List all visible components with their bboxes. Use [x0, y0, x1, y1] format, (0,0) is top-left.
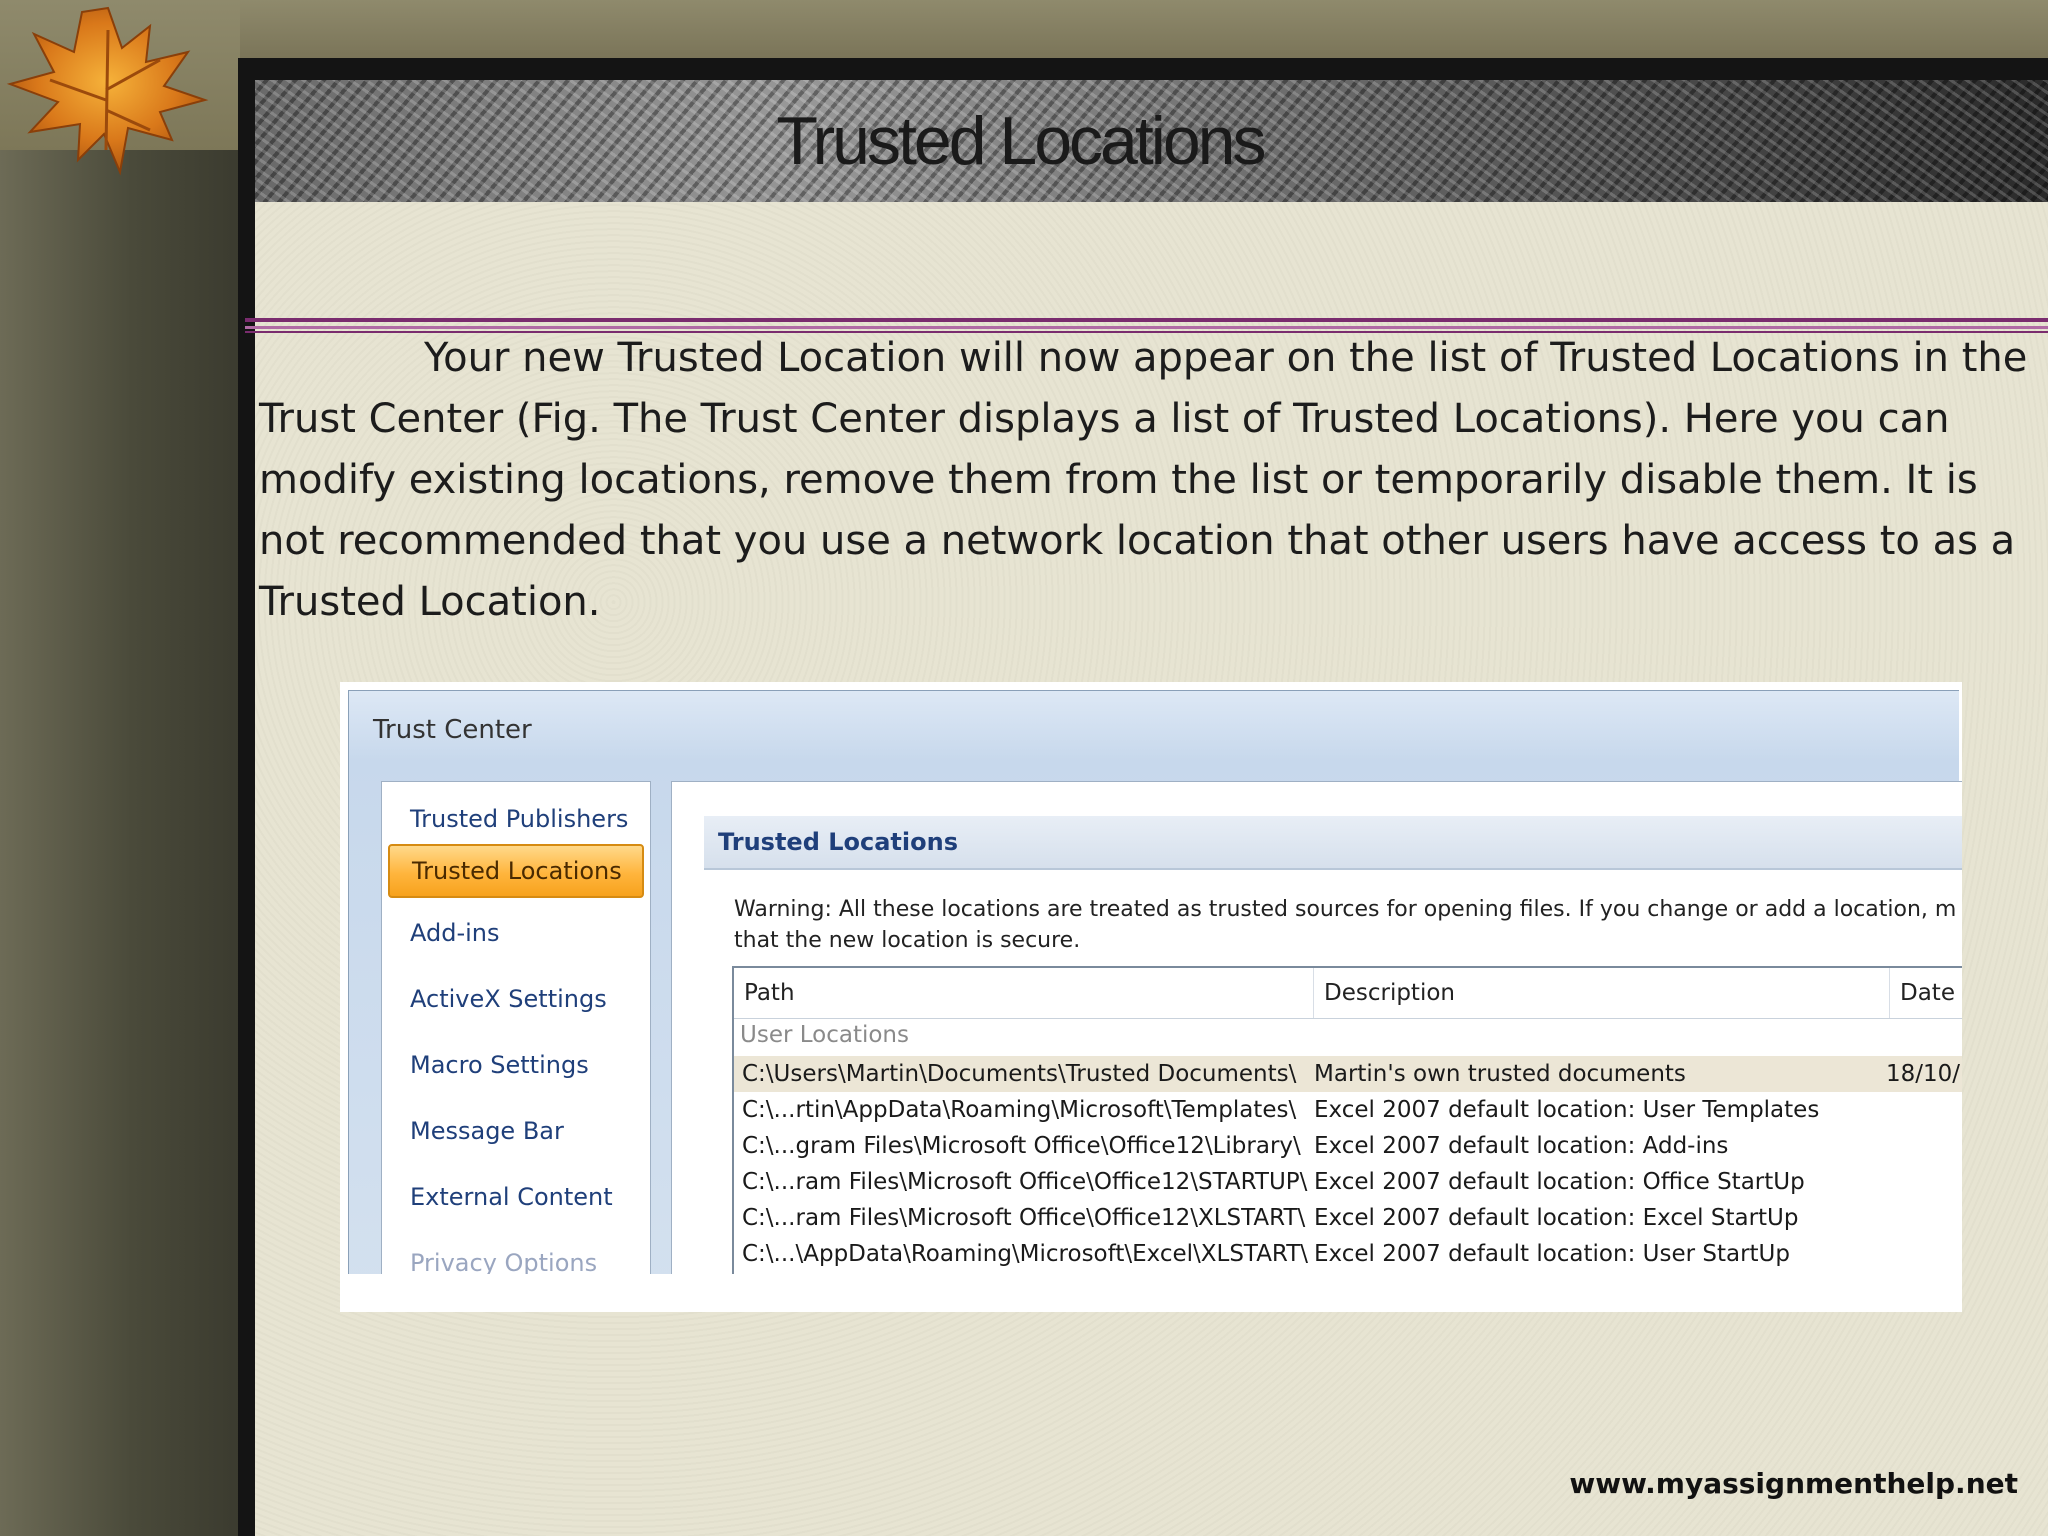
table-row[interactable]: C:\...ram Files\Microsoft Office\Office1… — [734, 1200, 1962, 1236]
top-background-band — [0, 0, 2048, 60]
nav-item-activex-settings[interactable]: ActiveX Settings — [382, 972, 650, 1026]
nav-item-trusted-locations[interactable]: Trusted Locations — [388, 844, 644, 898]
warning-text: Warning: All these locations are treated… — [734, 894, 1962, 956]
nav-item-trusted-publishers[interactable]: Trusted Publishers — [382, 792, 650, 846]
cell-date: 18/10/. — [1886, 1061, 1962, 1087]
table-row[interactable]: C:\...ram Files\Microsoft Office\Office1… — [734, 1164, 1962, 1200]
cell-path: C:\...ram Files\Microsoft Office\Office1… — [742, 1169, 1308, 1195]
screenshot-bottom-margin — [340, 1274, 1962, 1312]
nav-item-external-content[interactable]: External Content — [382, 1170, 650, 1224]
table-header: Path Description Date M — [734, 968, 1962, 1019]
column-header-date[interactable]: Date M — [1890, 968, 1962, 1018]
nav-item-message-bar[interactable]: Message Bar — [382, 1104, 650, 1158]
trust-center-screenshot: Trust Center Trusted Publishers Trusted … — [340, 682, 1962, 1312]
trust-center-nav: Trusted Publishers Trusted Locations Add… — [381, 781, 651, 1312]
slide-body-text: Your new Trusted Location will now appea… — [259, 335, 2028, 625]
left-background-band — [0, 0, 240, 1536]
warning-line-1: Warning: All these locations are treated… — [734, 897, 1957, 922]
cell-path: C:\...\AppData\Roaming\Microsoft\Excel\X… — [742, 1241, 1309, 1267]
nav-item-macro-settings[interactable]: Macro Settings — [382, 1038, 650, 1092]
cell-description: Excel 2007 default location: Add-ins — [1314, 1133, 1729, 1159]
cell-path: C:\Users\Martin\Documents\Trusted Docume… — [742, 1061, 1297, 1087]
footer-website-url[interactable]: www.myassignmenthelp.net — [1569, 1467, 2018, 1500]
trusted-locations-table: Path Description Date M User Locations C… — [732, 966, 1962, 1312]
section-header: Trusted Locations — [704, 816, 1962, 870]
table-row[interactable]: C:\...\AppData\Roaming\Microsoft\Excel\X… — [734, 1236, 1962, 1272]
maple-leaf-icon — [6, 6, 209, 176]
cell-path: C:\...rtin\AppData\Roaming\Microsoft\Tem… — [742, 1097, 1297, 1123]
column-header-path[interactable]: Path — [734, 968, 1314, 1018]
slide-title: Trusted Locations — [776, 103, 1267, 179]
table-row[interactable]: C:\Users\Martin\Documents\Trusted Docume… — [734, 1056, 1962, 1092]
cell-description: Excel 2007 default location: Excel Start… — [1314, 1205, 1799, 1231]
table-row[interactable]: C:\...rtin\AppData\Roaming\Microsoft\Tem… — [734, 1092, 1962, 1128]
warning-line-2: that the new location is secure. — [734, 928, 1081, 953]
cell-description: Excel 2007 default location: User Templa… — [1314, 1097, 1820, 1123]
cell-description: Excel 2007 default location: Office Star… — [1314, 1169, 1805, 1195]
column-header-description[interactable]: Description — [1314, 968, 1890, 1018]
window-title: Trust Center — [373, 715, 532, 745]
trust-center-main-panel: Trusted Locations Warning: All these loc… — [671, 781, 1962, 1312]
cell-path: C:\...ram Files\Microsoft Office\Office1… — [742, 1205, 1306, 1231]
nav-item-add-ins[interactable]: Add-ins — [382, 906, 650, 960]
cell-description: Martin's own trusted documents — [1314, 1061, 1686, 1087]
trust-center-window: Trust Center Trusted Publishers Trusted … — [348, 690, 1962, 1312]
divider-rule — [245, 318, 2048, 322]
group-label-user-locations: User Locations — [740, 1022, 909, 1048]
table-row[interactable]: C:\...gram Files\Microsoft Office\Office… — [734, 1128, 1962, 1164]
cell-path: C:\...gram Files\Microsoft Office\Office… — [742, 1133, 1301, 1159]
cell-description: Excel 2007 default location: User StartU… — [1314, 1241, 1790, 1267]
